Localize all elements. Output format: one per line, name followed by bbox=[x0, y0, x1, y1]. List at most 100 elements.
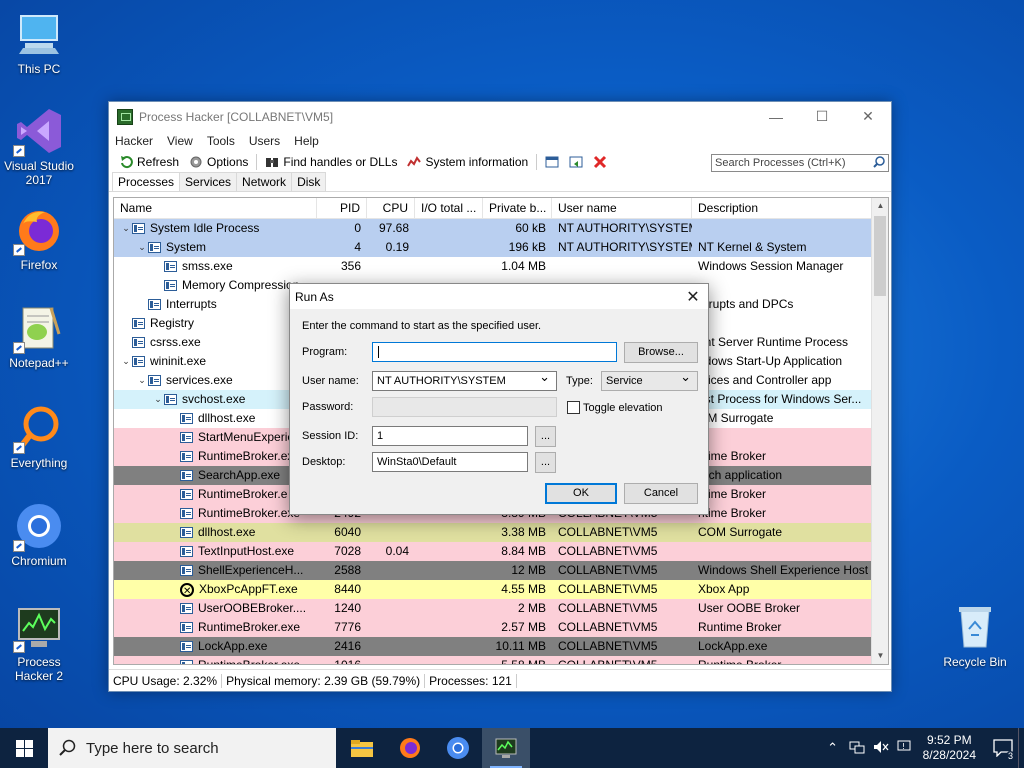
menu-hacker[interactable]: Hacker bbox=[115, 134, 153, 148]
table-row[interactable]: LockApp.exe 2416 10.11 MB COLLABNET\VM5 Lock… bbox=[114, 637, 888, 656]
search-processes-input[interactable]: Search Processes (Ctrl+K) bbox=[711, 154, 889, 172]
table-row[interactable]: ShellExperienceH... 2588 12 MB COLLABNET\VM… bbox=[114, 561, 888, 580]
table-row[interactable]: UserOOBEBroker.... 1240 2 MB COLLABNET\VM5 U… bbox=[114, 599, 888, 618]
tree-expand-icon[interactable]: ⌄ bbox=[120, 352, 132, 371]
taskbar-firefox[interactable] bbox=[386, 728, 434, 768]
taskbar-chromium[interactable] bbox=[434, 728, 482, 768]
desktop-icon-notepadpp[interactable]: Notepad++ bbox=[1, 304, 77, 370]
browse-button[interactable]: Browse... bbox=[624, 342, 698, 363]
vertical-scrollbar[interactable]: ▲ ▼ bbox=[871, 198, 888, 664]
process-name: smss.exe bbox=[182, 259, 233, 273]
desktop-icon-everything[interactable]: Everything bbox=[1, 404, 77, 470]
system-information-button[interactable]: System information bbox=[402, 152, 533, 172]
show-window-button[interactable] bbox=[540, 152, 564, 172]
type-select[interactable]: Service bbox=[601, 370, 698, 391]
tree-expand-icon[interactable]: ⌄ bbox=[120, 219, 132, 238]
tree-expand-icon[interactable]: ⌄ bbox=[136, 371, 148, 390]
notifications-button[interactable]: 3 bbox=[988, 728, 1018, 768]
column-user-name[interactable]: User name bbox=[552, 198, 692, 218]
window-titlebar[interactable]: Process Hacker [COLLABNET\VM5] — ☐ ✕ bbox=[109, 102, 891, 131]
find-handles-button[interactable]: Find handles or DLLs bbox=[260, 152, 402, 172]
process-name-cell: Memory Compression bbox=[114, 276, 317, 295]
process-name-cell: dllhost.exe bbox=[114, 523, 317, 542]
column-pid[interactable]: PID bbox=[317, 198, 367, 218]
maximize-button[interactable]: ☐ bbox=[799, 102, 845, 131]
session-id-browse-button[interactable]: ... bbox=[535, 426, 556, 447]
tree-expand-icon[interactable]: ⌄ bbox=[136, 238, 148, 257]
network-icon[interactable] bbox=[845, 740, 869, 757]
desktop-icon-process-hacker[interactable]: Process Hacker 2 bbox=[1, 603, 77, 683]
password-input[interactable] bbox=[372, 397, 557, 417]
table-row[interactable]: dllhost.exe 6040 3.38 MB COLLABNET\VM5 COM S… bbox=[114, 523, 888, 542]
close-button[interactable]: ✕ bbox=[845, 102, 891, 131]
process-description bbox=[692, 428, 870, 447]
desktop-input[interactable]: WinSta0\Default bbox=[372, 452, 528, 472]
options-button[interactable]: Options bbox=[184, 152, 253, 172]
chevron-up-icon[interactable]: ⌃ bbox=[821, 740, 845, 756]
desktop-icon-this-pc[interactable]: This PC bbox=[1, 10, 77, 76]
table-row[interactable]: smss.exe 356 1.04 MB Windows Session Manage… bbox=[114, 257, 888, 276]
process-name: System Idle Process bbox=[150, 221, 260, 235]
start-button[interactable] bbox=[0, 728, 48, 768]
process-name-cell: Interrupts bbox=[114, 295, 317, 314]
taskbar-clock[interactable]: 9:52 PM 8/28/2024 bbox=[923, 733, 976, 763]
dialog-close-icon[interactable]: ✕ bbox=[678, 287, 708, 307]
toggle-elevation-checkbox[interactable] bbox=[567, 401, 580, 414]
volume-muted-icon[interactable] bbox=[869, 740, 893, 757]
column-io-total[interactable]: I/O total ... bbox=[415, 198, 483, 218]
tab-processes[interactable]: Processes bbox=[112, 172, 181, 191]
cancel-button[interactable]: Cancel bbox=[624, 483, 698, 504]
tree-expand-icon[interactable]: ⌄ bbox=[152, 390, 164, 409]
show-desktop-button[interactable] bbox=[1018, 728, 1024, 768]
tab-disk[interactable]: Disk bbox=[291, 172, 327, 191]
process-name-cell: ⌄ svchost.exe bbox=[114, 390, 317, 409]
column-cpu[interactable]: CPU bbox=[367, 198, 415, 218]
desktop-icon-visual-studio[interactable]: Visual Studio 2017 bbox=[1, 107, 77, 187]
column-private-bytes[interactable]: Private b... bbox=[483, 198, 552, 218]
terminate-button[interactable] bbox=[588, 152, 612, 172]
taskbar-file-explorer[interactable] bbox=[338, 728, 386, 768]
notepadpp-icon bbox=[13, 304, 63, 354]
column-description[interactable]: Description bbox=[692, 198, 872, 218]
dialog-titlebar[interactable]: Run As ✕ bbox=[290, 284, 708, 309]
table-row[interactable]: ⌄ System 4 0.19 196 kB NT AUTHORITY\SYSTEM NT … bbox=[114, 238, 888, 257]
tab-network[interactable]: Network bbox=[236, 172, 293, 191]
process-name-cell: TextInputHost.exe bbox=[114, 542, 317, 561]
table-row[interactable]: ⌄ System Idle Process 0 97.68 60 kB NT AUTHOR… bbox=[114, 219, 888, 238]
ok-button[interactable]: OK bbox=[545, 483, 617, 504]
go-to-window-button[interactable] bbox=[564, 152, 588, 172]
table-row[interactable]: TextInputHost.exe 7028 0.04 8.84 MB COLLABNE… bbox=[114, 542, 888, 561]
scroll-down-icon[interactable]: ▼ bbox=[872, 648, 888, 664]
system-information-label: System information bbox=[425, 155, 529, 169]
desktop-browse-button[interactable]: ... bbox=[535, 452, 556, 473]
process-cpu bbox=[367, 580, 415, 599]
column-name[interactable]: Name bbox=[114, 198, 317, 218]
desktop-icon-firefox[interactable]: Firefox bbox=[1, 206, 77, 272]
process-description bbox=[692, 276, 870, 295]
username-combobox[interactable]: NT AUTHORITY\SYSTEM bbox=[372, 370, 557, 391]
scroll-thumb[interactable] bbox=[874, 216, 886, 296]
tab-services[interactable]: Services bbox=[179, 172, 238, 191]
table-row[interactable]: RuntimeBroker.exe 1016 5.58 MB COLLABNET\VM… bbox=[114, 656, 888, 665]
process-description: arch application bbox=[698, 468, 783, 482]
refresh-button[interactable]: Refresh bbox=[114, 152, 184, 172]
table-row[interactable]: XboxPcAppFT.exe 8440 4.55 MB COLLABNET\VM5 X… bbox=[114, 580, 888, 599]
menu-help[interactable]: Help bbox=[294, 134, 319, 148]
session-id-input[interactable]: 1 bbox=[372, 426, 528, 446]
process-name-cell: RuntimeBroker.e bbox=[114, 485, 317, 504]
scroll-up-icon[interactable]: ▲ bbox=[872, 198, 888, 214]
taskbar-search-box[interactable]: Type here to search bbox=[48, 728, 336, 768]
process-private-bytes: 5.58 MB bbox=[501, 658, 546, 665]
process-pid: 1240 bbox=[334, 601, 361, 615]
minimize-button[interactable]: — bbox=[753, 102, 799, 131]
menu-view[interactable]: View bbox=[167, 134, 193, 148]
menu-tools[interactable]: Tools bbox=[207, 134, 235, 148]
table-row[interactable]: RuntimeBroker.exe 7776 2.57 MB COLLABNET\VM… bbox=[114, 618, 888, 637]
program-input[interactable] bbox=[372, 342, 617, 362]
action-center-alert-icon[interactable]: ! bbox=[893, 740, 917, 757]
desktop-icon-chromium[interactable]: Chromium bbox=[1, 502, 77, 568]
taskbar-process-hacker[interactable] bbox=[482, 728, 530, 768]
desktop-icon-recycle-bin[interactable]: Recycle Bin bbox=[937, 603, 1013, 669]
menu-users[interactable]: Users bbox=[249, 134, 280, 148]
toggle-elevation-label[interactable]: Toggle elevation bbox=[583, 402, 663, 414]
